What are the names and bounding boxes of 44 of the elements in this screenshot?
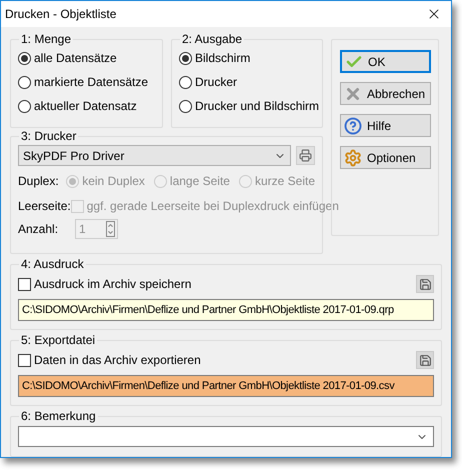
path-field[interactable]: C:\SIDOMO\Archiv\Firmen\Deflize und Partner GmbH\Objektliste 2017-01-09.csv xyxy=(18,375,434,397)
save-button[interactable] xyxy=(416,351,434,369)
group-title: 2: Ausgabe xyxy=(180,31,244,47)
checkbox-label: Daten in das Archiv exportieren xyxy=(34,352,201,369)
save-button[interactable] xyxy=(416,275,434,293)
dialog-button[interactable]: OK xyxy=(340,50,431,73)
checkbox-label: Ausdruck im Archiv speichern xyxy=(34,276,192,293)
printer-dropdown[interactable]: SkyPDF Pro Driver xyxy=(18,145,291,166)
radio-button[interactable] xyxy=(18,76,31,88)
radio-button[interactable] xyxy=(179,100,192,112)
radio-button[interactable] xyxy=(179,76,192,88)
dialog-button[interactable]: Abbrechen xyxy=(340,82,431,105)
radio-label: Drucker xyxy=(195,74,238,91)
window-title: Drucken - Objektliste xyxy=(5,6,116,23)
radio-label: markierte Datensätze xyxy=(34,74,148,91)
duplex-label: Duplex: xyxy=(18,173,60,190)
radio-label: aktueller Datensatz xyxy=(34,98,137,115)
remark-dropdown[interactable] xyxy=(18,426,434,447)
floppy-icon xyxy=(418,278,432,290)
radio-label: kein Duplex xyxy=(82,173,145,190)
radio-label: Drucker und Bildschirm xyxy=(195,98,320,115)
radio-button[interactable] xyxy=(179,52,192,64)
checkbox[interactable] xyxy=(18,278,31,290)
copies-label: Anzahl: xyxy=(18,221,60,238)
spin-arrows-icon xyxy=(106,221,115,237)
checkbox-label: ggf. gerade Leerseite bei Duplexdruck einfügen xyxy=(86,198,339,215)
radio-button[interactable] xyxy=(18,100,31,112)
radio-label: lange Seite xyxy=(170,173,230,190)
printer-settings-button[interactable] xyxy=(296,146,315,165)
printer-icon xyxy=(299,149,312,162)
radio-label: kurze Seite xyxy=(254,173,315,190)
path-field[interactable]: C:\SIDOMO\Archiv\Firmen\Deflize und Partner GmbH\Objektliste 2017-01-09.qrp xyxy=(18,299,434,321)
help-icon xyxy=(344,116,362,134)
radio-button[interactable] xyxy=(18,52,31,64)
radio-label: Bildschirm xyxy=(195,50,250,67)
group-title: 5: Exportdatei xyxy=(19,332,98,348)
dialog-button[interactable]: Hilfe xyxy=(340,114,431,137)
group-title: 6: Bemerkung xyxy=(19,408,98,424)
radio-label: alle Datensätze xyxy=(34,50,117,67)
dialog-button[interactable]: Optionen xyxy=(340,146,431,169)
settings-icon xyxy=(344,148,362,166)
checkbox[interactable] xyxy=(18,354,31,366)
blank-page-label: Leerseite: xyxy=(18,198,71,215)
floppy-icon xyxy=(418,354,432,366)
